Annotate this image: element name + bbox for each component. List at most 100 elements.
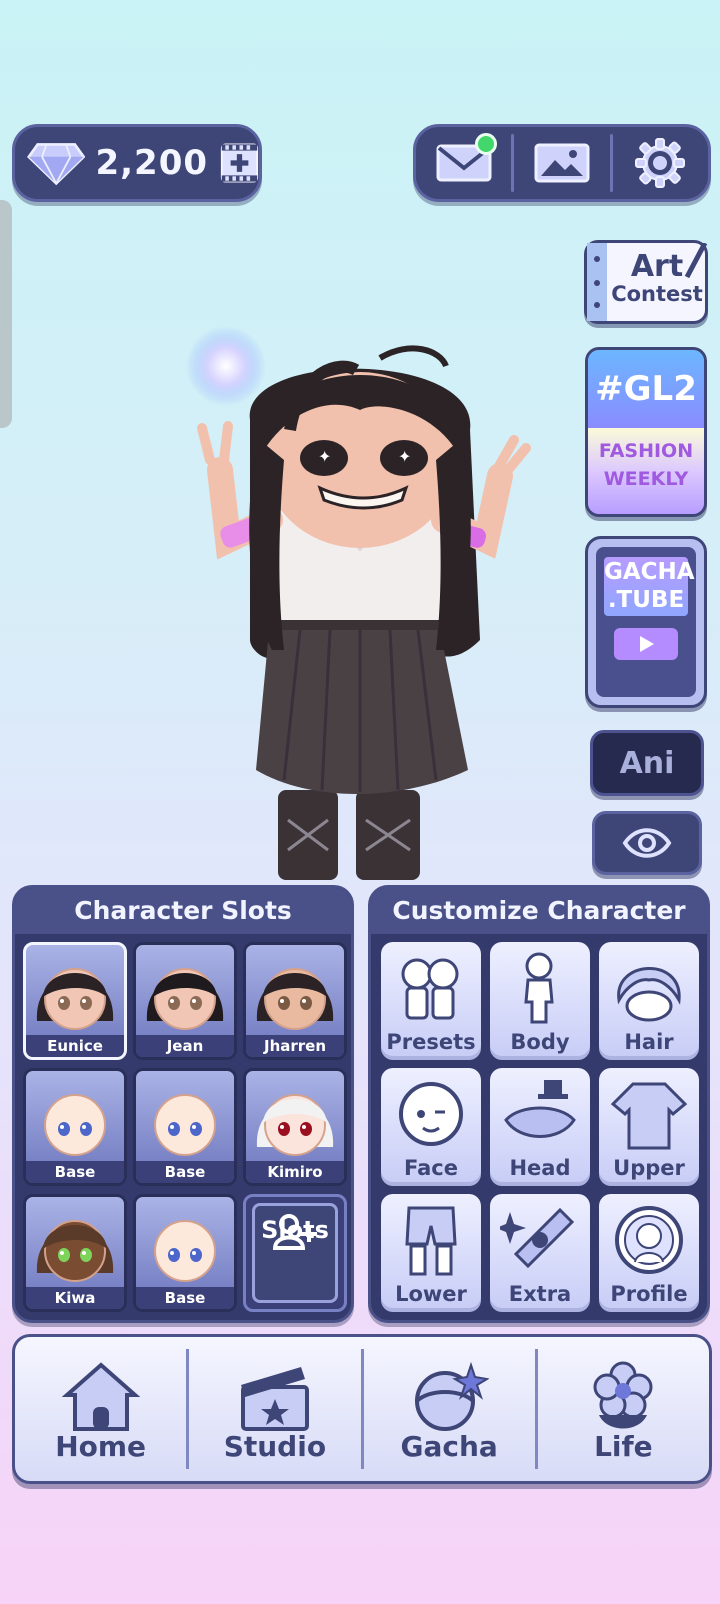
- customize-character-panel: Customize Character Presets Body Hair Face H…: [368, 885, 710, 1323]
- gacha-tube-button[interactable]: GACHA .TUBE: [585, 536, 707, 708]
- customize-label: Body: [510, 1030, 570, 1054]
- add-slots-button[interactable]: Slots: [243, 1194, 347, 1312]
- lower-icon: [405, 1206, 457, 1276]
- nav-studio[interactable]: Studio: [186, 1349, 360, 1469]
- slot-name: Base: [136, 1161, 234, 1183]
- character-slot[interactable]: Jean: [133, 942, 237, 1060]
- nav-home[interactable]: Home: [15, 1349, 186, 1469]
- nav-label: Studio: [223, 1430, 327, 1463]
- side-drawer-handle[interactable]: [0, 200, 12, 428]
- character-slot[interactable]: Jharren: [243, 942, 347, 1060]
- nav-label: Home: [55, 1430, 147, 1463]
- customize-extra-button[interactable]: Extra: [490, 1194, 590, 1312]
- art-contest-button[interactable]: Art Contest: [584, 240, 708, 324]
- character-slots-title: Character Slots: [15, 888, 351, 934]
- top-right-toolbar: [413, 124, 711, 202]
- house-icon: [61, 1362, 140, 1431]
- slot-name: Base: [136, 1287, 234, 1309]
- customize-presets-button[interactable]: Presets: [381, 942, 481, 1060]
- customize-hair-button[interactable]: Hair: [599, 942, 699, 1060]
- ani-label: Ani: [619, 745, 675, 781]
- slot-name: Kiwa: [26, 1287, 124, 1309]
- bottom-nav: Home Studio Gacha Life: [12, 1334, 712, 1484]
- gl2-fashion-weekly-button[interactable]: #GL2 FASHION WEEKLY: [585, 347, 707, 517]
- head-icon: [504, 1080, 576, 1138]
- ani-button[interactable]: Ani: [590, 730, 704, 796]
- customize-profile-button[interactable]: Profile: [599, 1194, 699, 1312]
- customize-label: Profile: [610, 1282, 688, 1306]
- customize-label: Head: [509, 1156, 571, 1180]
- avatar-icon: [256, 1094, 334, 1156]
- sparkle-glow: [186, 326, 266, 406]
- presets-icon: [401, 958, 459, 1020]
- customize-lower-button[interactable]: Lower: [381, 1194, 481, 1312]
- slot-name: Kimiro: [246, 1161, 344, 1183]
- art-contest-subtitle: Contest: [611, 281, 703, 306]
- clapperboard-icon: [240, 1367, 309, 1431]
- customize-body-button[interactable]: Body: [490, 942, 590, 1060]
- customize-label: Hair: [624, 1030, 674, 1054]
- mail-button[interactable]: [416, 127, 511, 199]
- svg-text:✦: ✦: [398, 447, 411, 466]
- gacha-tube-line1: GACHA: [604, 559, 695, 585]
- settings-button[interactable]: [613, 127, 708, 199]
- avatar-icon: [154, 1094, 216, 1156]
- customize-label: Face: [404, 1156, 458, 1180]
- customize-grid: Presets Body Hair Face Head Upper Lower Extra Pr…: [381, 942, 699, 1312]
- customize-head-button[interactable]: Head: [490, 1068, 590, 1186]
- skirt: [256, 620, 468, 794]
- art-contest-title: Art: [630, 249, 684, 284]
- character-slot[interactable]: Base: [23, 1068, 127, 1186]
- gem-count: 2,200: [95, 143, 209, 183]
- profile-icon: [615, 1206, 683, 1274]
- slot-name: Jean: [136, 1035, 234, 1057]
- customize-upper-button[interactable]: Upper: [599, 1068, 699, 1186]
- customize-face-button[interactable]: Face: [381, 1068, 481, 1186]
- avatar-icon: [36, 1220, 114, 1282]
- customize-label: Presets: [386, 1030, 476, 1054]
- gear-icon: [635, 138, 686, 188]
- toggle-visibility-button[interactable]: [592, 811, 702, 875]
- avatar-icon: [44, 1094, 106, 1156]
- customize-label: Upper: [613, 1156, 685, 1180]
- extra-icon: [500, 1207, 575, 1269]
- svg-text:✦: ✦: [318, 447, 331, 466]
- upper-icon: [610, 1082, 688, 1150]
- gacha-icon: [415, 1361, 490, 1431]
- character-slot[interactable]: Base: [133, 1068, 237, 1186]
- gem-counter: 2,200: [12, 124, 262, 202]
- character-slot[interactable]: Kimiro: [243, 1068, 347, 1186]
- slot-name: Eunice: [26, 1035, 124, 1057]
- character-slots-panel: Character Slots Eunice Jean Jharren Base Bas…: [12, 885, 354, 1323]
- play-icon: [614, 628, 678, 661]
- character-slot[interactable]: Eunice: [23, 942, 127, 1060]
- hair-icon: [617, 967, 681, 1022]
- nav-label: Life: [594, 1430, 653, 1463]
- nav-label: Gacha: [400, 1430, 498, 1463]
- add-gems-icon[interactable]: [220, 140, 259, 186]
- nav-gacha[interactable]: Gacha: [360, 1349, 535, 1469]
- avatar-icon: [146, 968, 224, 1030]
- customize-label: Lower: [395, 1282, 467, 1306]
- gacha-tube-line2: .TUBE: [607, 586, 685, 613]
- gl2-line2: WEEKLY: [603, 467, 689, 490]
- notification-dot: [475, 133, 498, 155]
- avatar-icon: [256, 968, 334, 1030]
- slot-name: Jharren: [246, 1035, 344, 1057]
- avatar-icon: [36, 968, 114, 1030]
- eye-icon: [622, 828, 672, 858]
- face-icon: [399, 1082, 463, 1146]
- slot-name: Base: [26, 1161, 124, 1183]
- customize-title: Customize Character: [371, 888, 707, 934]
- flower-icon: [593, 1361, 653, 1429]
- diamond-icon: [27, 143, 86, 186]
- slot-grid: Eunice Jean Jharren Base Base Kimiro Kiwa Base S…: [23, 942, 347, 1312]
- character-slot[interactable]: Base: [133, 1194, 237, 1312]
- gl2-line1: FASHION: [598, 440, 694, 462]
- gallery-button[interactable]: [514, 127, 609, 199]
- character-slot[interactable]: Kiwa: [23, 1194, 127, 1312]
- body-icon: [524, 952, 554, 1024]
- nav-life[interactable]: Life: [534, 1349, 709, 1469]
- character-preview[interactable]: ✦ ✦: [180, 310, 540, 890]
- avatar-icon: [154, 1220, 216, 1282]
